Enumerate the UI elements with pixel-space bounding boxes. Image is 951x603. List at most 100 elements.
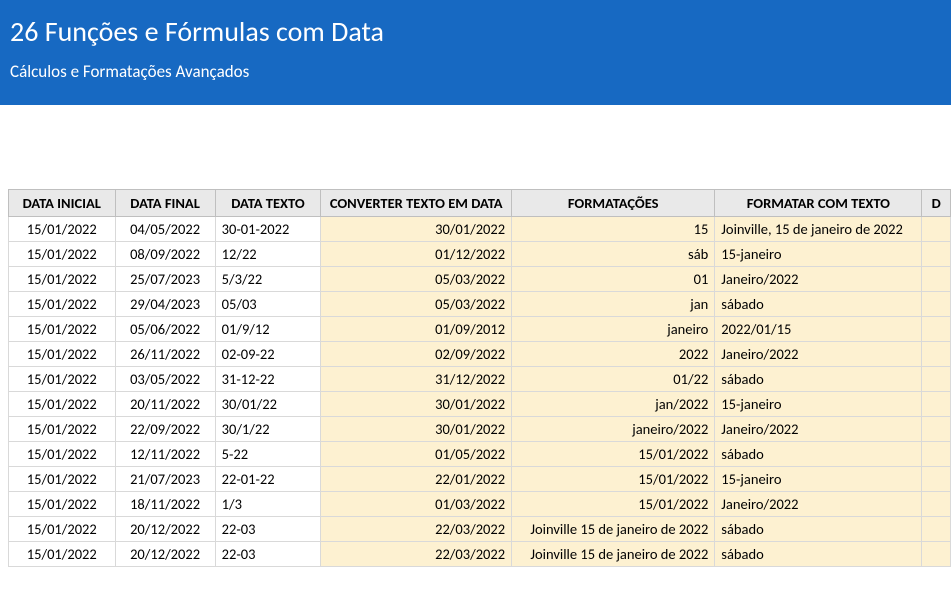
cell-converter[interactable]: 22/03/2022 xyxy=(321,542,512,567)
cell-extra[interactable] xyxy=(922,417,951,442)
cell-data-texto[interactable]: 5-22 xyxy=(215,442,321,467)
cell-converter[interactable]: 05/03/2022 xyxy=(321,292,512,317)
col-header-data-final[interactable]: DATA FINAL xyxy=(115,190,215,217)
cell-extra[interactable] xyxy=(922,467,951,492)
cell-formatar[interactable]: 15-janeiro xyxy=(715,242,922,267)
cell-formatar[interactable]: sábado xyxy=(715,542,922,567)
col-header-formatar[interactable]: FORMATAR COM TEXTO xyxy=(715,190,922,217)
cell-converter[interactable]: 01/03/2022 xyxy=(321,492,512,517)
cell-data-texto[interactable]: 31-12-22 xyxy=(215,367,321,392)
cell-extra[interactable] xyxy=(922,392,951,417)
cell-converter[interactable]: 22/01/2022 xyxy=(321,467,512,492)
cell-data-texto[interactable]: 12/22 xyxy=(215,242,321,267)
cell-converter[interactable]: 01/12/2022 xyxy=(321,242,512,267)
cell-data-final[interactable]: 20/11/2022 xyxy=(115,392,215,417)
cell-data-inicial[interactable]: 15/01/2022 xyxy=(9,367,116,392)
cell-converter[interactable]: 31/12/2022 xyxy=(321,367,512,392)
cell-data-inicial[interactable]: 15/01/2022 xyxy=(9,492,116,517)
cell-formatacoes[interactable]: jan/2022 xyxy=(512,392,715,417)
cell-data-inicial[interactable]: 15/01/2022 xyxy=(9,467,116,492)
cell-data-texto[interactable]: 02-09-22 xyxy=(215,342,321,367)
cell-data-inicial[interactable]: 15/01/2022 xyxy=(9,342,116,367)
cell-formatacoes[interactable]: janeiro/2022 xyxy=(512,417,715,442)
cell-data-final[interactable]: 12/11/2022 xyxy=(115,442,215,467)
cell-extra[interactable] xyxy=(922,542,951,567)
cell-formatar[interactable]: 15-janeiro xyxy=(715,392,922,417)
cell-converter[interactable]: 30/01/2022 xyxy=(321,217,512,242)
col-header-extra[interactable]: D xyxy=(922,190,951,217)
cell-extra[interactable] xyxy=(922,217,951,242)
col-header-formatacoes[interactable]: FORMATAÇÕES xyxy=(512,190,715,217)
col-header-data-inicial[interactable]: DATA INICIAL xyxy=(9,190,116,217)
cell-data-final[interactable]: 08/09/2022 xyxy=(115,242,215,267)
cell-extra[interactable] xyxy=(922,367,951,392)
cell-data-texto[interactable]: 30-01-2022 xyxy=(215,217,321,242)
cell-data-inicial[interactable]: 15/01/2022 xyxy=(9,317,116,342)
cell-data-final[interactable]: 25/07/2023 xyxy=(115,267,215,292)
cell-converter[interactable]: 01/09/2012 xyxy=(321,317,512,342)
cell-formatacoes[interactable]: 2022 xyxy=(512,342,715,367)
cell-data-inicial[interactable]: 15/01/2022 xyxy=(9,392,116,417)
cell-data-final[interactable]: 20/12/2022 xyxy=(115,517,215,542)
cell-extra[interactable] xyxy=(922,292,951,317)
cell-data-inicial[interactable]: 15/01/2022 xyxy=(9,267,116,292)
col-header-data-texto[interactable]: DATA TEXTO xyxy=(215,190,321,217)
cell-formatar[interactable]: 15-janeiro xyxy=(715,467,922,492)
cell-data-texto[interactable]: 30/1/22 xyxy=(215,417,321,442)
cell-data-final[interactable]: 05/06/2022 xyxy=(115,317,215,342)
cell-formatar[interactable]: sábado xyxy=(715,292,922,317)
cell-data-texto[interactable]: 05/03 xyxy=(215,292,321,317)
cell-data-inicial[interactable]: 15/01/2022 xyxy=(9,417,116,442)
cell-converter[interactable]: 30/01/2022 xyxy=(321,417,512,442)
cell-extra[interactable] xyxy=(922,342,951,367)
cell-formatacoes[interactable]: sáb xyxy=(512,242,715,267)
cell-converter[interactable]: 22/03/2022 xyxy=(321,517,512,542)
cell-formatacoes[interactable]: Joinville 15 de janeiro de 2022 xyxy=(512,517,715,542)
cell-formatar[interactable]: Janeiro/2022 xyxy=(715,342,922,367)
cell-data-final[interactable]: 29/04/2023 xyxy=(115,292,215,317)
cell-converter[interactable]: 30/01/2022 xyxy=(321,392,512,417)
cell-data-final[interactable]: 20/12/2022 xyxy=(115,542,215,567)
cell-formatacoes[interactable]: 15/01/2022 xyxy=(512,442,715,467)
col-header-converter[interactable]: CONVERTER TEXTO EM DATA xyxy=(321,190,512,217)
cell-extra[interactable] xyxy=(922,317,951,342)
cell-extra[interactable] xyxy=(922,442,951,467)
cell-data-texto[interactable]: 1/3 xyxy=(215,492,321,517)
cell-extra[interactable] xyxy=(922,492,951,517)
cell-extra[interactable] xyxy=(922,242,951,267)
cell-formatar[interactable]: sábado xyxy=(715,517,922,542)
cell-extra[interactable] xyxy=(922,517,951,542)
cell-formatacoes[interactable]: 15 xyxy=(512,217,715,242)
cell-data-inicial[interactable]: 15/01/2022 xyxy=(9,217,116,242)
cell-formatacoes[interactable]: 15/01/2022 xyxy=(512,492,715,517)
cell-formatar[interactable]: Janeiro/2022 xyxy=(715,417,922,442)
cell-formatacoes[interactable]: 15/01/2022 xyxy=(512,467,715,492)
cell-data-texto[interactable]: 22-01-22 xyxy=(215,467,321,492)
cell-data-inicial[interactable]: 15/01/2022 xyxy=(9,517,116,542)
cell-formatar[interactable]: Janeiro/2022 xyxy=(715,267,922,292)
cell-formatacoes[interactable]: Joinville 15 de janeiro de 2022 xyxy=(512,542,715,567)
cell-data-final[interactable]: 03/05/2022 xyxy=(115,367,215,392)
cell-data-inicial[interactable]: 15/01/2022 xyxy=(9,542,116,567)
cell-formatacoes[interactable]: 01 xyxy=(512,267,715,292)
cell-formatacoes[interactable]: janeiro xyxy=(512,317,715,342)
cell-data-final[interactable]: 22/09/2022 xyxy=(115,417,215,442)
cell-data-inicial[interactable]: 15/01/2022 xyxy=(9,442,116,467)
cell-formatar[interactable]: Janeiro/2022 xyxy=(715,492,922,517)
cell-converter[interactable]: 02/09/2022 xyxy=(321,342,512,367)
cell-data-final[interactable]: 18/11/2022 xyxy=(115,492,215,517)
cell-extra[interactable] xyxy=(922,267,951,292)
cell-data-final[interactable]: 21/07/2023 xyxy=(115,467,215,492)
cell-formatar[interactable]: sábado xyxy=(715,367,922,392)
cell-formatacoes[interactable]: 01/22 xyxy=(512,367,715,392)
cell-formatar[interactable]: Joinville, 15 de janeiro de 2022 xyxy=(715,217,922,242)
cell-data-inicial[interactable]: 15/01/2022 xyxy=(9,242,116,267)
cell-formatar[interactable]: 2022/01/15 xyxy=(715,317,922,342)
cell-data-texto[interactable]: 22-03 xyxy=(215,542,321,567)
cell-data-inicial[interactable]: 15/01/2022 xyxy=(9,292,116,317)
cell-data-texto[interactable]: 01/9/12 xyxy=(215,317,321,342)
cell-data-texto[interactable]: 30/01/22 xyxy=(215,392,321,417)
cell-data-final[interactable]: 26/11/2022 xyxy=(115,342,215,367)
cell-formatar[interactable]: sábado xyxy=(715,442,922,467)
cell-data-texto[interactable]: 5/3/22 xyxy=(215,267,321,292)
